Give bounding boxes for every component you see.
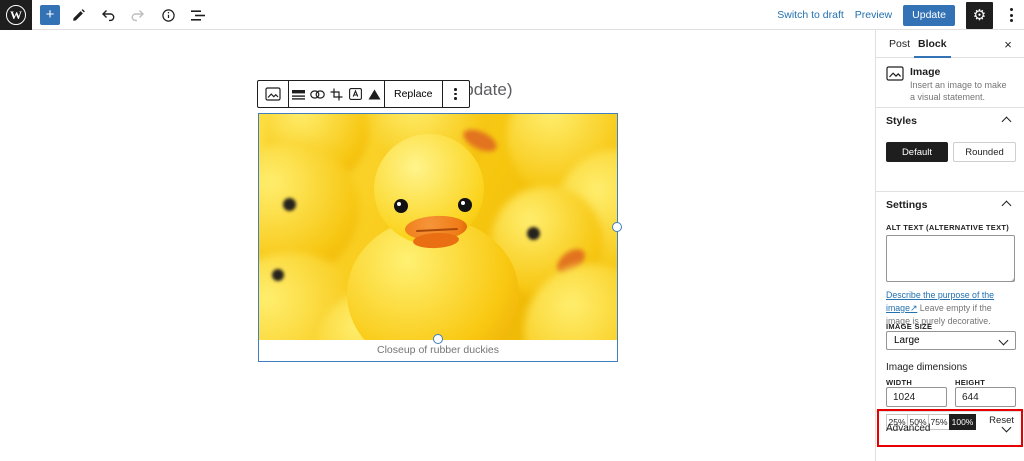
block-inserter-button[interactable]: + — [40, 5, 60, 25]
tools-button[interactable] — [66, 3, 90, 27]
image-block-icon — [265, 87, 281, 101]
crop-icon — [330, 88, 343, 101]
image-block-icon — [886, 66, 904, 81]
list-view-icon — [190, 9, 206, 22]
editor-top-bar: W + — [0, 0, 1024, 30]
tab-post[interactable]: Post — [889, 30, 910, 58]
undo-button[interactable] — [96, 3, 120, 27]
more-options-button[interactable] — [1004, 2, 1018, 28]
block-card: Image Insert an image to make a visual s… — [876, 58, 1024, 108]
link-button[interactable] — [308, 81, 327, 107]
resize-handle-bottom[interactable] — [433, 334, 443, 344]
update-button[interactable]: Update — [903, 5, 955, 26]
image-size-value: Large — [894, 335, 920, 346]
chevron-up-icon — [1002, 201, 1012, 211]
editor-canvas: Update) — [0, 30, 875, 461]
replace-button[interactable]: Replace — [385, 81, 442, 107]
styles-panel: Styles Default Rounded — [876, 108, 1024, 192]
image-dimensions-label: Image dimensions — [886, 362, 967, 373]
block-type-button[interactable] — [258, 81, 288, 107]
undo-arrow-icon — [100, 8, 116, 22]
pencil-icon — [71, 8, 86, 23]
image-size-select[interactable]: Large — [886, 331, 1016, 350]
style-default-button[interactable]: Default — [886, 142, 948, 162]
sidebar-tabs: Post Block × — [876, 30, 1024, 58]
width-label: WIDTH — [886, 378, 912, 387]
image-size-label: IMAGE SIZE — [886, 322, 932, 331]
tab-block[interactable]: Block — [918, 30, 947, 58]
details-button[interactable] — [156, 3, 180, 27]
crop-button[interactable] — [327, 81, 346, 107]
preview-link[interactable]: Preview — [855, 9, 892, 21]
chevron-down-icon — [1002, 423, 1012, 433]
alt-text-input[interactable] — [886, 235, 1015, 282]
link-icon — [310, 90, 325, 99]
chevron-down-icon — [999, 336, 1009, 346]
duotone-filter-button[interactable] — [365, 81, 384, 107]
advanced-panel: Advanced — [876, 411, 1024, 451]
align-icon — [292, 89, 305, 100]
styles-panel-title: Styles — [886, 115, 917, 127]
gear-icon: ⚙ — [973, 7, 986, 24]
kebab-menu-icon — [454, 88, 457, 91]
wordpress-logo[interactable]: W — [0, 0, 32, 30]
wordpress-w-icon: W — [6, 5, 26, 25]
height-label: HEIGHT — [955, 378, 985, 387]
chevron-up-icon — [1002, 117, 1012, 127]
block-card-title: Image — [910, 66, 940, 78]
settings-panel: Settings ALT TEXT (ALTERNATIVE TEXT) Des… — [876, 192, 1024, 434]
advanced-panel-title: Advanced — [886, 423, 930, 434]
redo-button[interactable] — [126, 3, 150, 27]
text-overlay-icon — [349, 88, 362, 100]
style-rounded-button[interactable]: Rounded — [953, 142, 1016, 162]
image-block-toolbar: Replace — [257, 80, 470, 108]
switch-to-draft-link[interactable]: Switch to draft — [777, 9, 844, 21]
duotone-triangle-icon — [368, 89, 381, 100]
image-block: Closeup of rubber duckies — [258, 113, 618, 362]
top-bar-right-actions: Switch to draft Preview Update ⚙ — [777, 0, 1018, 30]
styles-panel-toggle[interactable]: Styles — [876, 108, 1024, 134]
close-sidebar-button[interactable]: × — [999, 35, 1017, 53]
text-overlay-button[interactable] — [346, 81, 365, 107]
advanced-panel-toggle[interactable]: Advanced — [876, 412, 1024, 446]
settings-toggle-button[interactable]: ⚙ — [966, 2, 993, 29]
settings-panel-title: Settings — [886, 199, 927, 211]
height-input[interactable] — [955, 387, 1016, 407]
plus-icon: + — [46, 6, 55, 23]
align-button[interactable] — [289, 81, 308, 107]
redo-arrow-icon — [130, 8, 146, 22]
rubber-duckies-image[interactable] — [259, 114, 617, 340]
kebab-menu-icon — [1010, 8, 1013, 11]
block-card-description: Insert an image to make a visual stateme… — [910, 79, 1014, 103]
external-link-icon[interactable]: ↗ — [910, 303, 917, 313]
info-icon — [161, 8, 176, 23]
alt-text-label: ALT TEXT (ALTERNATIVE TEXT) — [886, 223, 1009, 232]
block-options-button[interactable] — [443, 81, 469, 107]
settings-panel-toggle[interactable]: Settings — [876, 192, 1024, 218]
close-icon: × — [1004, 37, 1012, 52]
resize-handle-right[interactable] — [612, 222, 622, 232]
list-view-button[interactable] — [186, 3, 210, 27]
top-bar-left-tools: + — [40, 0, 210, 30]
width-input[interactable] — [886, 387, 947, 407]
settings-sidebar: Post Block × Image Insert an image to ma… — [875, 30, 1024, 461]
